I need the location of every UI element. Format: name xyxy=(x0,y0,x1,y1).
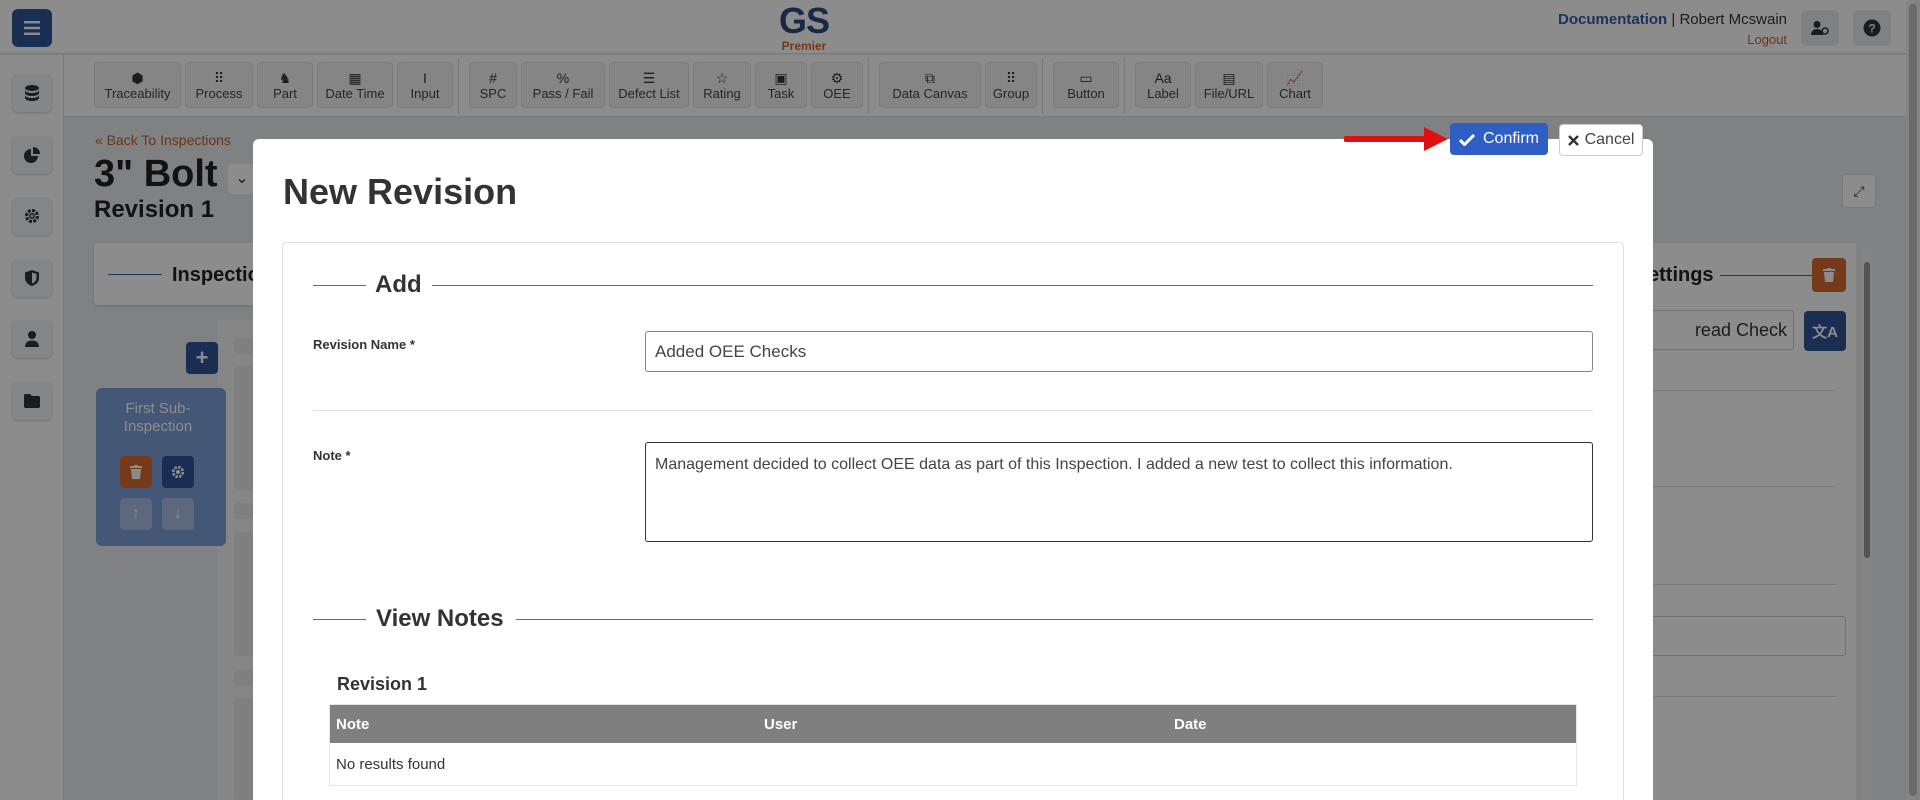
column-header-user[interactable]: User xyxy=(758,716,1168,733)
column-header-note[interactable]: Note xyxy=(330,716,758,733)
revision-name-label: Revision Name * xyxy=(313,337,415,352)
section-line xyxy=(516,619,1593,620)
confirm-button[interactable]: Confirm xyxy=(1450,123,1548,155)
add-section-title: Add xyxy=(375,271,422,298)
section-line xyxy=(313,285,366,286)
section-line xyxy=(313,619,366,620)
table-empty-row: No results found xyxy=(330,743,1576,785)
divider xyxy=(313,410,1593,411)
notes-revision-title: Revision 1 xyxy=(337,674,428,694)
revision-name-input[interactable]: Added OEE Checks xyxy=(645,331,1593,372)
column-header-date[interactable]: Date xyxy=(1168,716,1576,733)
view-notes-section-title: View Notes xyxy=(376,605,504,632)
modal-title: New Revision xyxy=(283,171,518,212)
close-icon xyxy=(1567,134,1579,146)
note-textarea[interactable]: Management decided to collect OEE data a… xyxy=(645,442,1593,542)
table-header: Note User Date xyxy=(330,705,1576,743)
notes-table: Note User Date No results found xyxy=(329,704,1577,786)
red-arrow-annotation xyxy=(1344,127,1448,151)
note-label: Note * xyxy=(313,448,351,463)
confirm-label: Confirm xyxy=(1482,130,1539,147)
cancel-label: Cancel xyxy=(1584,131,1635,148)
checkmark-icon xyxy=(1458,133,1475,146)
section-line xyxy=(432,285,1593,286)
cancel-button[interactable]: Cancel xyxy=(1559,124,1643,156)
